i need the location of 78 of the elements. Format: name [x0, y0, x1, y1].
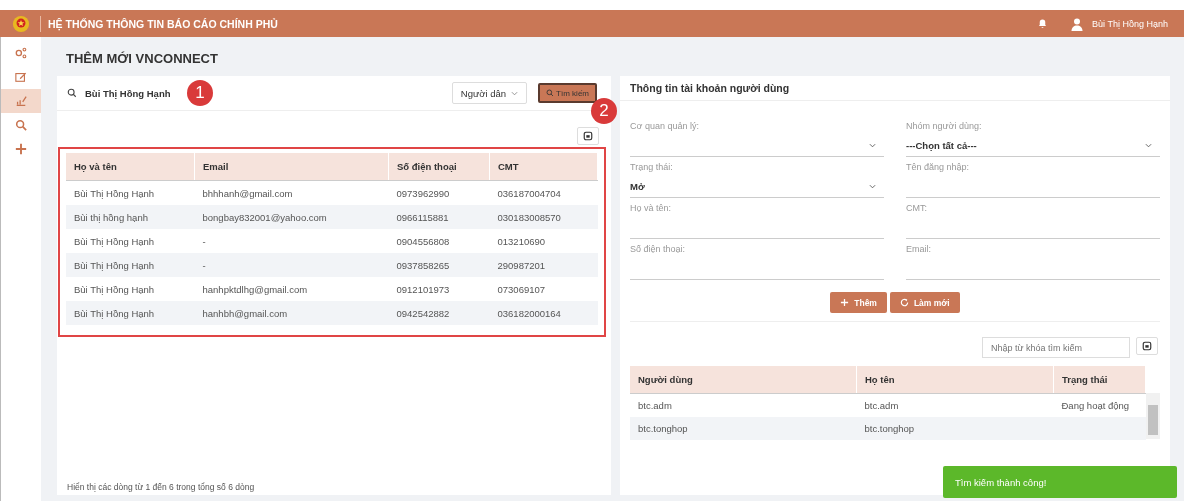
- column-header: Trạng thái: [1053, 366, 1146, 394]
- column-header: CMT: [489, 153, 598, 181]
- search-icon: [67, 88, 77, 98]
- table-cell: 0912101973: [388, 277, 490, 301]
- table-cell: btc.adm: [630, 393, 857, 417]
- chevron-icon: [869, 184, 876, 189]
- refresh-icon: [899, 298, 909, 307]
- share-icon: [15, 47, 27, 59]
- table-cell: 0966115881: [388, 205, 490, 229]
- sidebar-item[interactable]: [1, 89, 41, 113]
- table-cell: bongbay832001@yahoo.com: [194, 205, 389, 229]
- field-label: Họ và tên:: [630, 203, 673, 213]
- chevron-icon: [511, 90, 519, 96]
- search-icon: [15, 119, 27, 131]
- table-cell: 0973962990: [388, 180, 490, 205]
- plus-icon: [15, 143, 27, 155]
- field-label: Cơ quan quản lý:: [630, 121, 700, 131]
- search-field[interactable]: Nhập từ khóa tìm kiếm: [982, 337, 1130, 358]
- column-header: Số điện thoại: [388, 153, 490, 181]
- type-dropdown[interactable]: Người dân: [451, 82, 528, 104]
- panel-title: Thông tin tài khoản người dùng: [620, 76, 1170, 101]
- select-field[interactable]: Mở: [630, 176, 884, 198]
- user-avatar-icon[interactable]: [1070, 16, 1085, 31]
- bell-icon[interactable]: [1037, 18, 1049, 29]
- table-cell: 0904556808: [388, 229, 490, 253]
- table-cell: Bùi thị hồng hạnh: [66, 205, 195, 229]
- table-cell: btc.adm: [856, 393, 1054, 417]
- table-cell: 073069107: [489, 277, 598, 301]
- column-header: Người dùng: [630, 366, 857, 394]
- table-cell: -: [194, 253, 389, 277]
- pen-chart-icon: [15, 95, 27, 107]
- edit-icon: [15, 71, 27, 83]
- table-cell: Bùi Thị Hồng Hạnh: [66, 253, 195, 277]
- table-cell: Bùi Thị Hồng Hạnh: [66, 229, 195, 253]
- export-button[interactable]: [1136, 337, 1158, 355]
- column-header: Họ và tên: [66, 153, 195, 181]
- field-label: Email:: [906, 244, 932, 254]
- table-cell: 0942542882: [388, 301, 490, 325]
- table-cell: Bùi Thị Hồng Hạnh: [66, 301, 195, 325]
- column-header: Họ tên: [856, 366, 1054, 394]
- app-title: HỆ THỐNG THÔNG TIN BÁO CÁO CHÍNH PHỦ: [48, 17, 278, 30]
- table-cell: -: [194, 229, 389, 253]
- field-label: Số điện thoại:: [630, 244, 687, 254]
- emblem-icon: [12, 14, 30, 33]
- chevron-icon: [1145, 143, 1152, 148]
- table-cell: btc.tonghop: [856, 417, 1054, 440]
- success-toast: Tìm kiếm thành công!: [943, 466, 1177, 498]
- table-cell: hanhbh@gmail.com: [194, 301, 389, 325]
- chevron-icon: [869, 143, 876, 148]
- export-button[interactable]: [577, 127, 599, 145]
- table-cell: 013210690: [489, 229, 598, 253]
- table-cell: hanhpktdlhg@gmail.com: [194, 277, 389, 301]
- table-cell: 036182000164: [489, 301, 598, 325]
- table-cell: 030183008570: [489, 205, 598, 229]
- table-cell: 036187004704: [489, 180, 598, 205]
- field-label: Tên đăng nhập:: [906, 162, 971, 172]
- pagination-info: Hiển thị các dòng từ 1 đến 6 trong tổng số 6 dòng: [66, 482, 256, 494]
- plus-icon: [840, 298, 850, 307]
- page-title: THÊM MỚI VNCONNECT: [66, 51, 219, 66]
- field-label: Trạng thái:: [630, 162, 674, 172]
- callout-badge: 1: [187, 80, 213, 106]
- select-field[interactable]: ---Chọn tất cả---: [906, 135, 1160, 157]
- table-cell: Đang hoạt động: [1053, 393, 1146, 417]
- field-label: CMT:: [906, 203, 928, 213]
- column-header: Email: [194, 153, 389, 181]
- scrollbar[interactable]: [1146, 393, 1160, 439]
- table-cell: btc.tonghop: [630, 417, 857, 440]
- table-cell: 290987201: [489, 253, 598, 277]
- select-value: Mở: [630, 181, 645, 192]
- select-value: ---Chọn tất cả---: [906, 140, 977, 151]
- table-cell: bhhhanh@gmail.com: [194, 180, 389, 205]
- search-button[interactable]: Tìm kiếm: [538, 83, 597, 103]
- table-cell: Bùi Thị Hồng Hạnh: [66, 180, 195, 205]
- table-cell: 0937858265: [388, 253, 490, 277]
- search-icon: [546, 89, 555, 97]
- table-cell: Bùi Thị Hồng Hạnh: [66, 277, 195, 301]
- field-label: Nhóm người dùng:: [906, 121, 983, 131]
- callout-badge: 2: [591, 98, 617, 124]
